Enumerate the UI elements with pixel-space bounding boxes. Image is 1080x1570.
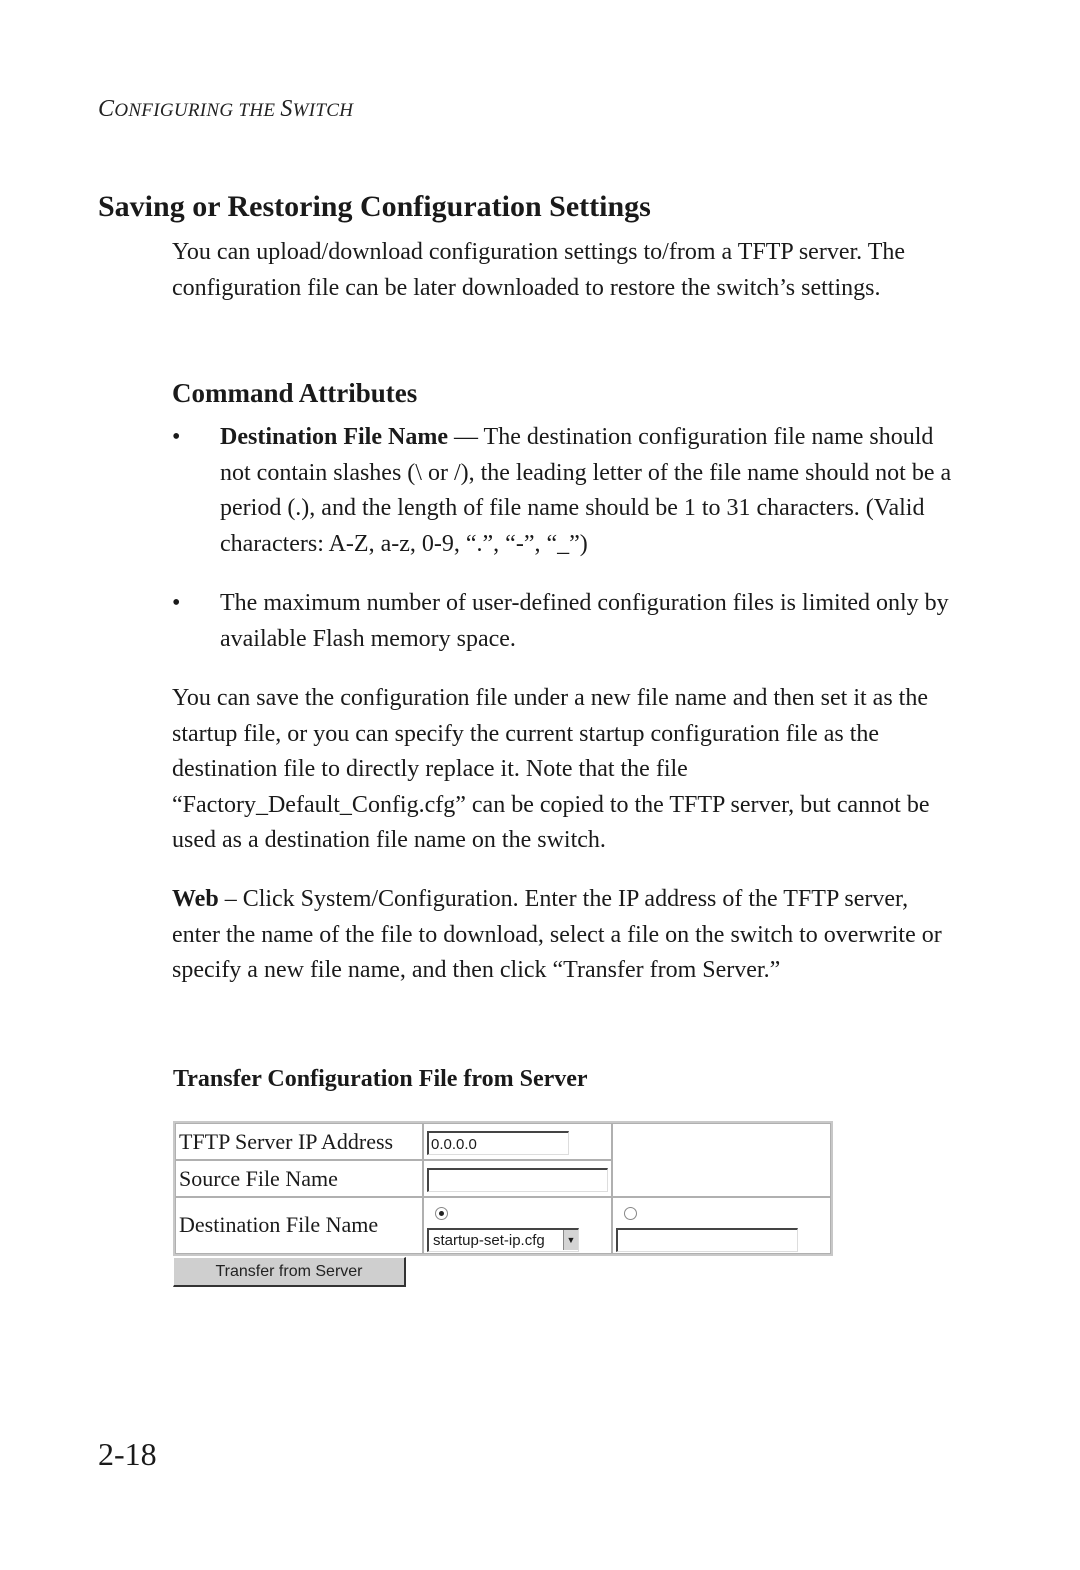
save-note-paragraph: You can save the configuration file unde… (172, 685, 930, 853)
bullet-glyph: • (172, 590, 181, 616)
transfer-config-form-table: TFTP Server IP Address 0.0.0.0 Source Fi… (173, 1121, 833, 1256)
empty-cell (612, 1123, 831, 1197)
web-text: – Click System/Configuration. Enter the … (172, 886, 942, 983)
dest-existing-radio[interactable] (435, 1207, 448, 1221)
table-row: Destination File Name startup-set-ip.cfg… (175, 1197, 831, 1254)
ip-label: TFTP Server IP Address (175, 1123, 423, 1160)
chevron-down-icon[interactable]: ▼ (563, 1229, 578, 1250)
running-head: CONFIGURING THE SWITCH (98, 96, 353, 123)
bullet-item-max-files: • The maximum number of user-defined con… (172, 586, 962, 657)
bullet-glyph: • (172, 424, 181, 450)
intro-paragraph: You can upload/download configuration se… (172, 239, 906, 301)
form-title: Transfer Configuration File from Server (173, 1066, 588, 1092)
running-head-part2: WITCH (292, 100, 354, 121)
bullet-text: The maximum number of user-defined confi… (220, 590, 949, 652)
dest-select-cell: startup-set-ip.cfg ▼ (423, 1197, 612, 1254)
dest-file-select-value: startup-set-ip.cfg (433, 1231, 545, 1249)
tftp-ip-input[interactable]: 0.0.0.0 (427, 1130, 569, 1155)
web-label: Web (172, 886, 219, 912)
dest-file-select[interactable]: startup-set-ip.cfg ▼ (427, 1227, 579, 1252)
source-file-input[interactable] (427, 1167, 608, 1192)
bullet-term: Destination File Name (220, 424, 448, 450)
bullet-item-destination-file-name: • Destination File Name — The destinatio… (172, 420, 962, 562)
section-title: Saving or Restoring Configuration Settin… (98, 190, 651, 223)
web-paragraph: Web – Click System/Configuration. Enter … (172, 882, 962, 989)
dest-new-cell (612, 1197, 831, 1254)
transfer-from-server-button[interactable]: Transfer from Server (173, 1257, 406, 1287)
table-row: TFTP Server IP Address 0.0.0.0 (175, 1123, 831, 1197)
dest-new-file-input[interactable] (616, 1227, 798, 1252)
dest-new-radio[interactable] (624, 1207, 637, 1221)
source-cell (423, 1160, 612, 1197)
running-head-cap-c: C (98, 96, 115, 122)
page-number: 2-18 (98, 1436, 157, 1472)
running-head-part1: ONFIGURING THE (114, 100, 281, 121)
ip-cell: 0.0.0.0 (423, 1123, 612, 1160)
command-attributes-title: Command Attributes (172, 378, 418, 408)
source-label: Source File Name (175, 1160, 423, 1197)
running-head-cap-s: S (280, 96, 293, 122)
dest-label: Destination File Name (175, 1197, 423, 1254)
